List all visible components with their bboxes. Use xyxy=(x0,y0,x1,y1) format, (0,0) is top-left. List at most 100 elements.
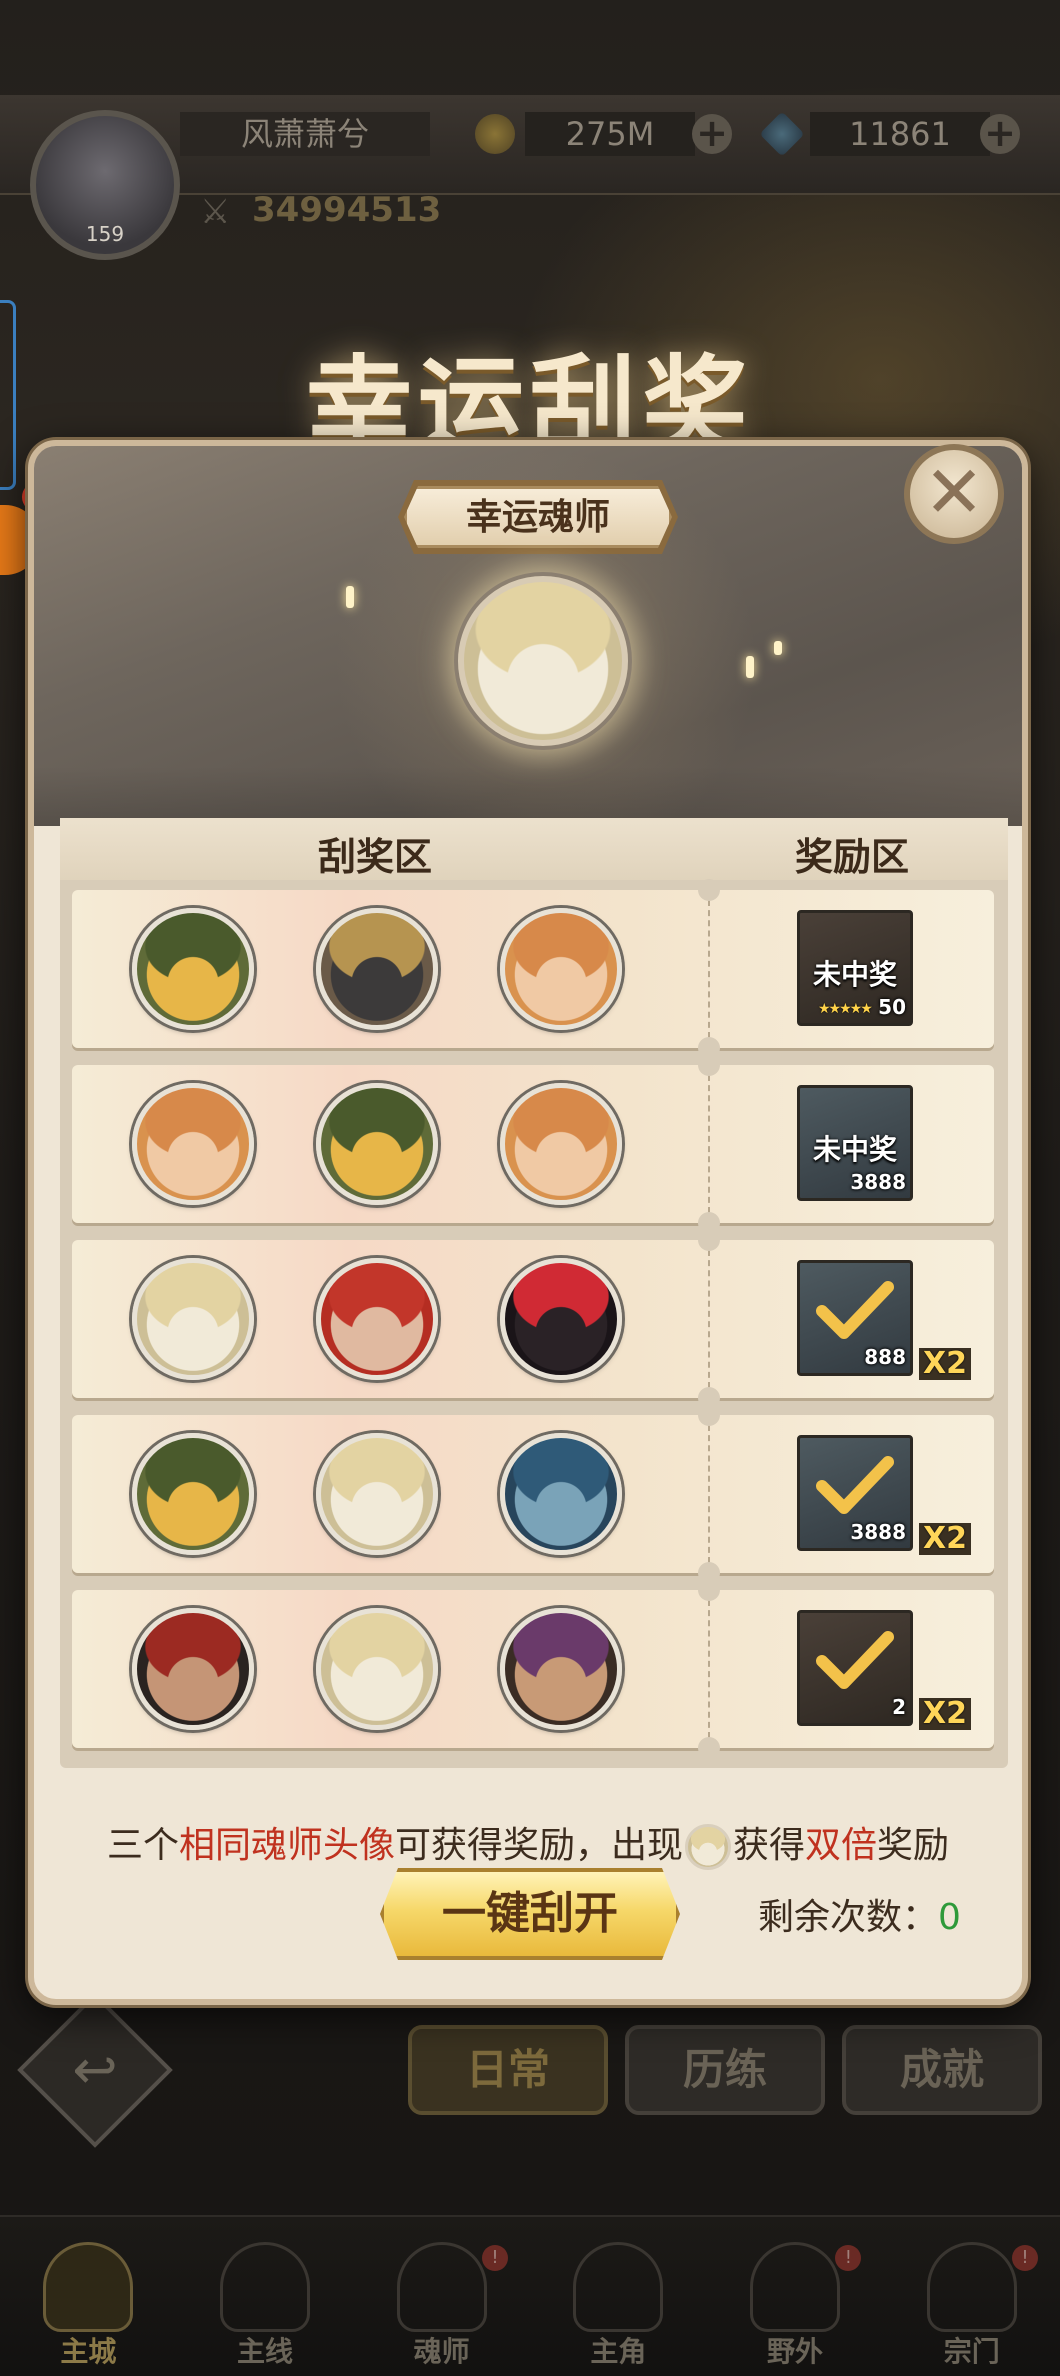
nav-label: 野外 xyxy=(767,2335,824,2368)
row-divider xyxy=(708,1425,710,1563)
nav-protagonist[interactable]: 主角 xyxy=(530,2217,707,2376)
reward-count: 3888 xyxy=(850,1520,906,1544)
remaining-count: 0 xyxy=(938,1897,961,1938)
castle-icon xyxy=(43,2242,134,2332)
back-button[interactable]: ↩ xyxy=(17,1992,173,2148)
nav-label: 主城 xyxy=(60,2335,117,2368)
ticket-notch xyxy=(698,1404,720,1426)
nav-label: 主线 xyxy=(237,2335,294,2368)
double-multiplier-badge: X2 xyxy=(919,1523,972,1555)
reward-count: 50 xyxy=(878,995,906,1019)
crystal-icon xyxy=(396,2242,487,2332)
player-avatar[interactable]: 159 xyxy=(30,110,180,260)
scratch-avatar[interactable] xyxy=(132,1258,254,1380)
scratch-avatar[interactable] xyxy=(500,1608,622,1730)
gold-coin-icon xyxy=(475,114,515,154)
scratch-table: 刮奖区 奖励区 未中奖 ★★★★★ 50 未中奖 3888 888 X2 3888 X2 2 X2 xyxy=(60,818,1008,1768)
rule-highlight-same-avatar: 相同魂师头像 xyxy=(178,1825,395,1866)
scratch-avatar[interactable] xyxy=(500,1258,622,1380)
rule-mid: 可获得奖励，出现 xyxy=(394,1825,683,1866)
rule-description: 三个相同魂师头像可获得奖励，出现 获得双倍奖励 xyxy=(34,1816,1022,1870)
scratch-avatar[interactable] xyxy=(500,908,622,1030)
lucky-scratch-dialog: 幸运魂师 刮奖区 奖励区 未中奖 ★★★★★ 50 未中奖 3888 888 X2 3888 X… xyxy=(28,440,1028,2005)
reward-item[interactable]: 2 xyxy=(797,1610,913,1726)
scratch-avatar[interactable] xyxy=(500,1433,622,1555)
sparkle-icon xyxy=(774,641,782,655)
scratch-avatar[interactable] xyxy=(316,1083,438,1205)
scratch-all-button[interactable]: 一键刮开 xyxy=(380,1868,680,1960)
reward-count: 3888 xyxy=(850,1170,906,1194)
scratch-row[interactable]: 未中奖 ★★★★★ 50 xyxy=(72,879,994,1059)
row-divider xyxy=(708,900,710,1038)
gold-amount: 275M xyxy=(525,112,695,156)
hooded-figure-icon xyxy=(573,2242,664,2332)
shield-icon xyxy=(220,2242,310,2332)
scratch-avatar[interactable] xyxy=(316,1608,438,1730)
add-gold-button[interactable]: + xyxy=(692,114,732,154)
check-mark-icon xyxy=(816,1281,894,1340)
bottom-navigation: 主城 主线 魂师 ! 主角 野外 ! 宗门 ! xyxy=(0,2215,1060,2376)
nav-label: 主角 xyxy=(590,2335,647,2368)
reward-item[interactable]: 未中奖 ★★★★★ 50 xyxy=(797,910,913,1026)
return-arrow-icon: ↩ xyxy=(72,2038,118,2101)
remaining-attempts: 剩余次数：0 xyxy=(758,1888,961,1940)
double-multiplier-badge: X2 xyxy=(919,1348,972,1380)
nav-main-city[interactable]: 主城 xyxy=(0,2217,177,2376)
reward-item[interactable]: 3888 xyxy=(797,1435,913,1551)
alert-badge: ! xyxy=(835,2245,862,2271)
reward-count: 888 xyxy=(864,1345,906,1369)
scratch-avatar[interactable] xyxy=(132,1433,254,1555)
side-edge-tab[interactable] xyxy=(0,300,16,490)
row-divider xyxy=(708,1600,710,1738)
alert-badge: ! xyxy=(1012,2245,1039,2271)
combat-power: 34994513 xyxy=(252,190,442,230)
rule-suffix: 奖励 xyxy=(877,1825,950,1866)
nav-label: 魂师 xyxy=(413,2335,470,2368)
rule-prefix: 三个 xyxy=(106,1825,179,1866)
tab-training[interactable]: 历练 xyxy=(625,2025,825,2115)
reward-count: 2 xyxy=(892,1695,906,1719)
scratch-avatar[interactable] xyxy=(316,1433,438,1555)
sparkle-icon xyxy=(746,656,754,678)
scratch-row[interactable]: 2 X2 xyxy=(72,1579,994,1759)
sect-emblem-icon xyxy=(926,2242,1017,2332)
section-title: 幸运魂师 xyxy=(404,486,672,548)
header-reward-zone: 奖励区 xyxy=(795,834,910,879)
table-header: 刮奖区 奖励区 xyxy=(60,818,1008,880)
diamond-amount: 11861 xyxy=(810,112,990,156)
close-button[interactable]: ✕ xyxy=(904,444,1004,544)
ticket-notch xyxy=(698,1054,720,1076)
check-mark-icon xyxy=(816,1456,894,1515)
row-divider xyxy=(708,1075,710,1213)
sparkle-icon xyxy=(346,586,354,608)
tab-daily[interactable]: 日常 xyxy=(408,2025,608,2115)
scratch-avatar[interactable] xyxy=(316,1258,438,1380)
ticket-notch xyxy=(698,1737,720,1759)
nav-sect[interactable]: 宗门 ! xyxy=(883,2217,1060,2376)
lucky-soul-master-avatar xyxy=(458,576,628,746)
reward-item[interactable]: 未中奖 3888 xyxy=(797,1085,913,1201)
scratch-avatar[interactable] xyxy=(500,1083,622,1205)
scratch-avatar[interactable] xyxy=(132,1608,254,1730)
scratch-avatar[interactable] xyxy=(132,908,254,1030)
star-rating: ★★★★★ xyxy=(818,1001,873,1017)
player-level: 159 xyxy=(85,222,125,246)
nav-soul-master[interactable]: 魂师 ! xyxy=(353,2217,530,2376)
reward-name: 未中奖 xyxy=(812,1133,897,1166)
reward-name: 未中奖 xyxy=(812,958,897,991)
scratch-avatar[interactable] xyxy=(316,908,438,1030)
add-diamond-button[interactable]: + xyxy=(980,114,1020,154)
player-name: 风萧萧兮 xyxy=(180,112,430,156)
scratch-row[interactable]: 3888 X2 xyxy=(72,1404,994,1584)
lucky-soul-master-banner: 幸运魂师 xyxy=(34,446,1022,826)
tab-achievement[interactable]: 成就 xyxy=(842,2025,1042,2115)
scratch-row[interactable]: 未中奖 3888 xyxy=(72,1054,994,1234)
scratch-row[interactable]: 888 X2 xyxy=(72,1229,994,1409)
nav-field[interactable]: 野外 ! xyxy=(707,2217,884,2376)
header-scratch-zone: 刮奖区 xyxy=(318,834,433,879)
check-mark-icon xyxy=(816,1631,894,1690)
reward-item[interactable]: 888 xyxy=(797,1260,913,1376)
crossed-swords-icon: ⚔ xyxy=(200,192,231,232)
scratch-avatar[interactable] xyxy=(132,1083,254,1205)
nav-main-line[interactable]: 主线 xyxy=(177,2217,354,2376)
